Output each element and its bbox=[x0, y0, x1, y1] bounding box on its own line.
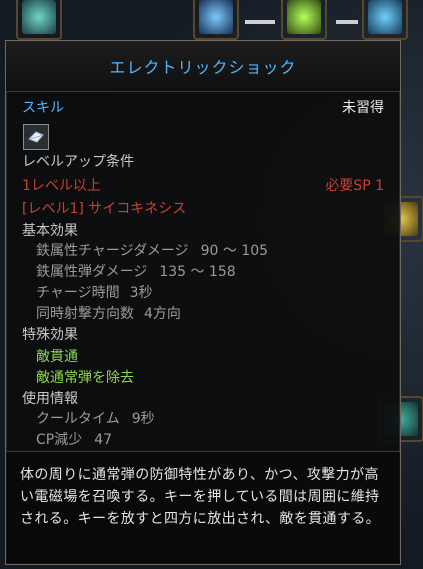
usage-info-row: クールタイム 9秒 bbox=[36, 409, 384, 429]
usage-label: CP減少 bbox=[36, 432, 83, 448]
usage-info-heading: 使用情報 bbox=[22, 391, 78, 407]
background-skill-icon[interactable] bbox=[193, 0, 239, 40]
skill-tree-arrow bbox=[245, 20, 275, 24]
background-skill-icon[interactable] bbox=[362, 0, 408, 40]
required-skill: [レベル1] サイコキネシス bbox=[22, 201, 187, 217]
effect-value: 90 ～ 105 bbox=[200, 243, 269, 259]
tooltip-header: エレクトリックショック bbox=[6, 41, 400, 92]
background-skill-icon[interactable] bbox=[281, 0, 327, 40]
basic-effect-row: 鉄属性チャージダメージ 90 ～ 105 bbox=[36, 241, 384, 261]
basic-effect-row: 同時射撃方向数 4方向 bbox=[36, 304, 384, 324]
usage-label: クールタイム bbox=[36, 411, 120, 427]
required-sp: 必要SP 1 bbox=[325, 178, 384, 194]
usage-info-row: CP減少 47 bbox=[36, 430, 384, 450]
effect-value: 4方向 bbox=[144, 306, 181, 322]
skill-tooltip: エレクトリックショック スキル 未習得 レベルアップ条件 1レベル以上 必要SP… bbox=[5, 40, 401, 565]
special-effect-heading: 特殊効果 bbox=[22, 327, 78, 343]
basic-effect-row: チャージ時間 3秒 bbox=[36, 283, 384, 303]
effect-label: 同時射撃方向数 bbox=[36, 306, 134, 322]
effect-label: チャージ時間 bbox=[36, 285, 120, 301]
usage-value: 9秒 bbox=[131, 411, 155, 427]
skill-icon bbox=[23, 124, 49, 150]
skill-description: 体の周りに通常弾の防御特性があり、かつ、攻撃力が高い電磁場を召喚する。キーを押し… bbox=[20, 467, 381, 527]
skill-gem-icon bbox=[28, 131, 44, 143]
effect-value: 3秒 bbox=[129, 285, 153, 301]
skill-type-label: スキル bbox=[22, 100, 64, 116]
effect-value: 135 ～ 158 bbox=[159, 264, 236, 280]
effect-label: 鉄属性チャージダメージ bbox=[36, 243, 189, 259]
special-effect-item: 敵貫通 bbox=[36, 349, 78, 365]
skill-type-row: スキル 未習得 bbox=[22, 98, 384, 118]
requirement-row: 1レベル以上 必要SP 1 bbox=[22, 176, 384, 196]
learn-status: 未習得 bbox=[342, 100, 384, 116]
effect-label: 鉄属性弾ダメージ bbox=[36, 264, 148, 280]
basic-effect-row: 鉄属性弾ダメージ 135 ～ 158 bbox=[36, 262, 384, 282]
basic-effect-heading: 基本効果 bbox=[22, 223, 78, 239]
description-box: 体の周りに通常弾の防御特性があり、かつ、攻撃力が高い電磁場を召喚する。キーを押し… bbox=[6, 451, 400, 564]
special-effect-item: 敵通常弾を除去 bbox=[36, 370, 134, 386]
levelup-heading: レベルアップ条件 bbox=[22, 154, 134, 170]
background-skill-icon[interactable] bbox=[16, 0, 62, 40]
required-level: 1レベル以上 bbox=[22, 178, 101, 194]
skill-title: エレクトリックショック bbox=[109, 58, 297, 77]
skill-tree-arrow bbox=[336, 20, 358, 24]
usage-value: 47 bbox=[94, 432, 113, 448]
